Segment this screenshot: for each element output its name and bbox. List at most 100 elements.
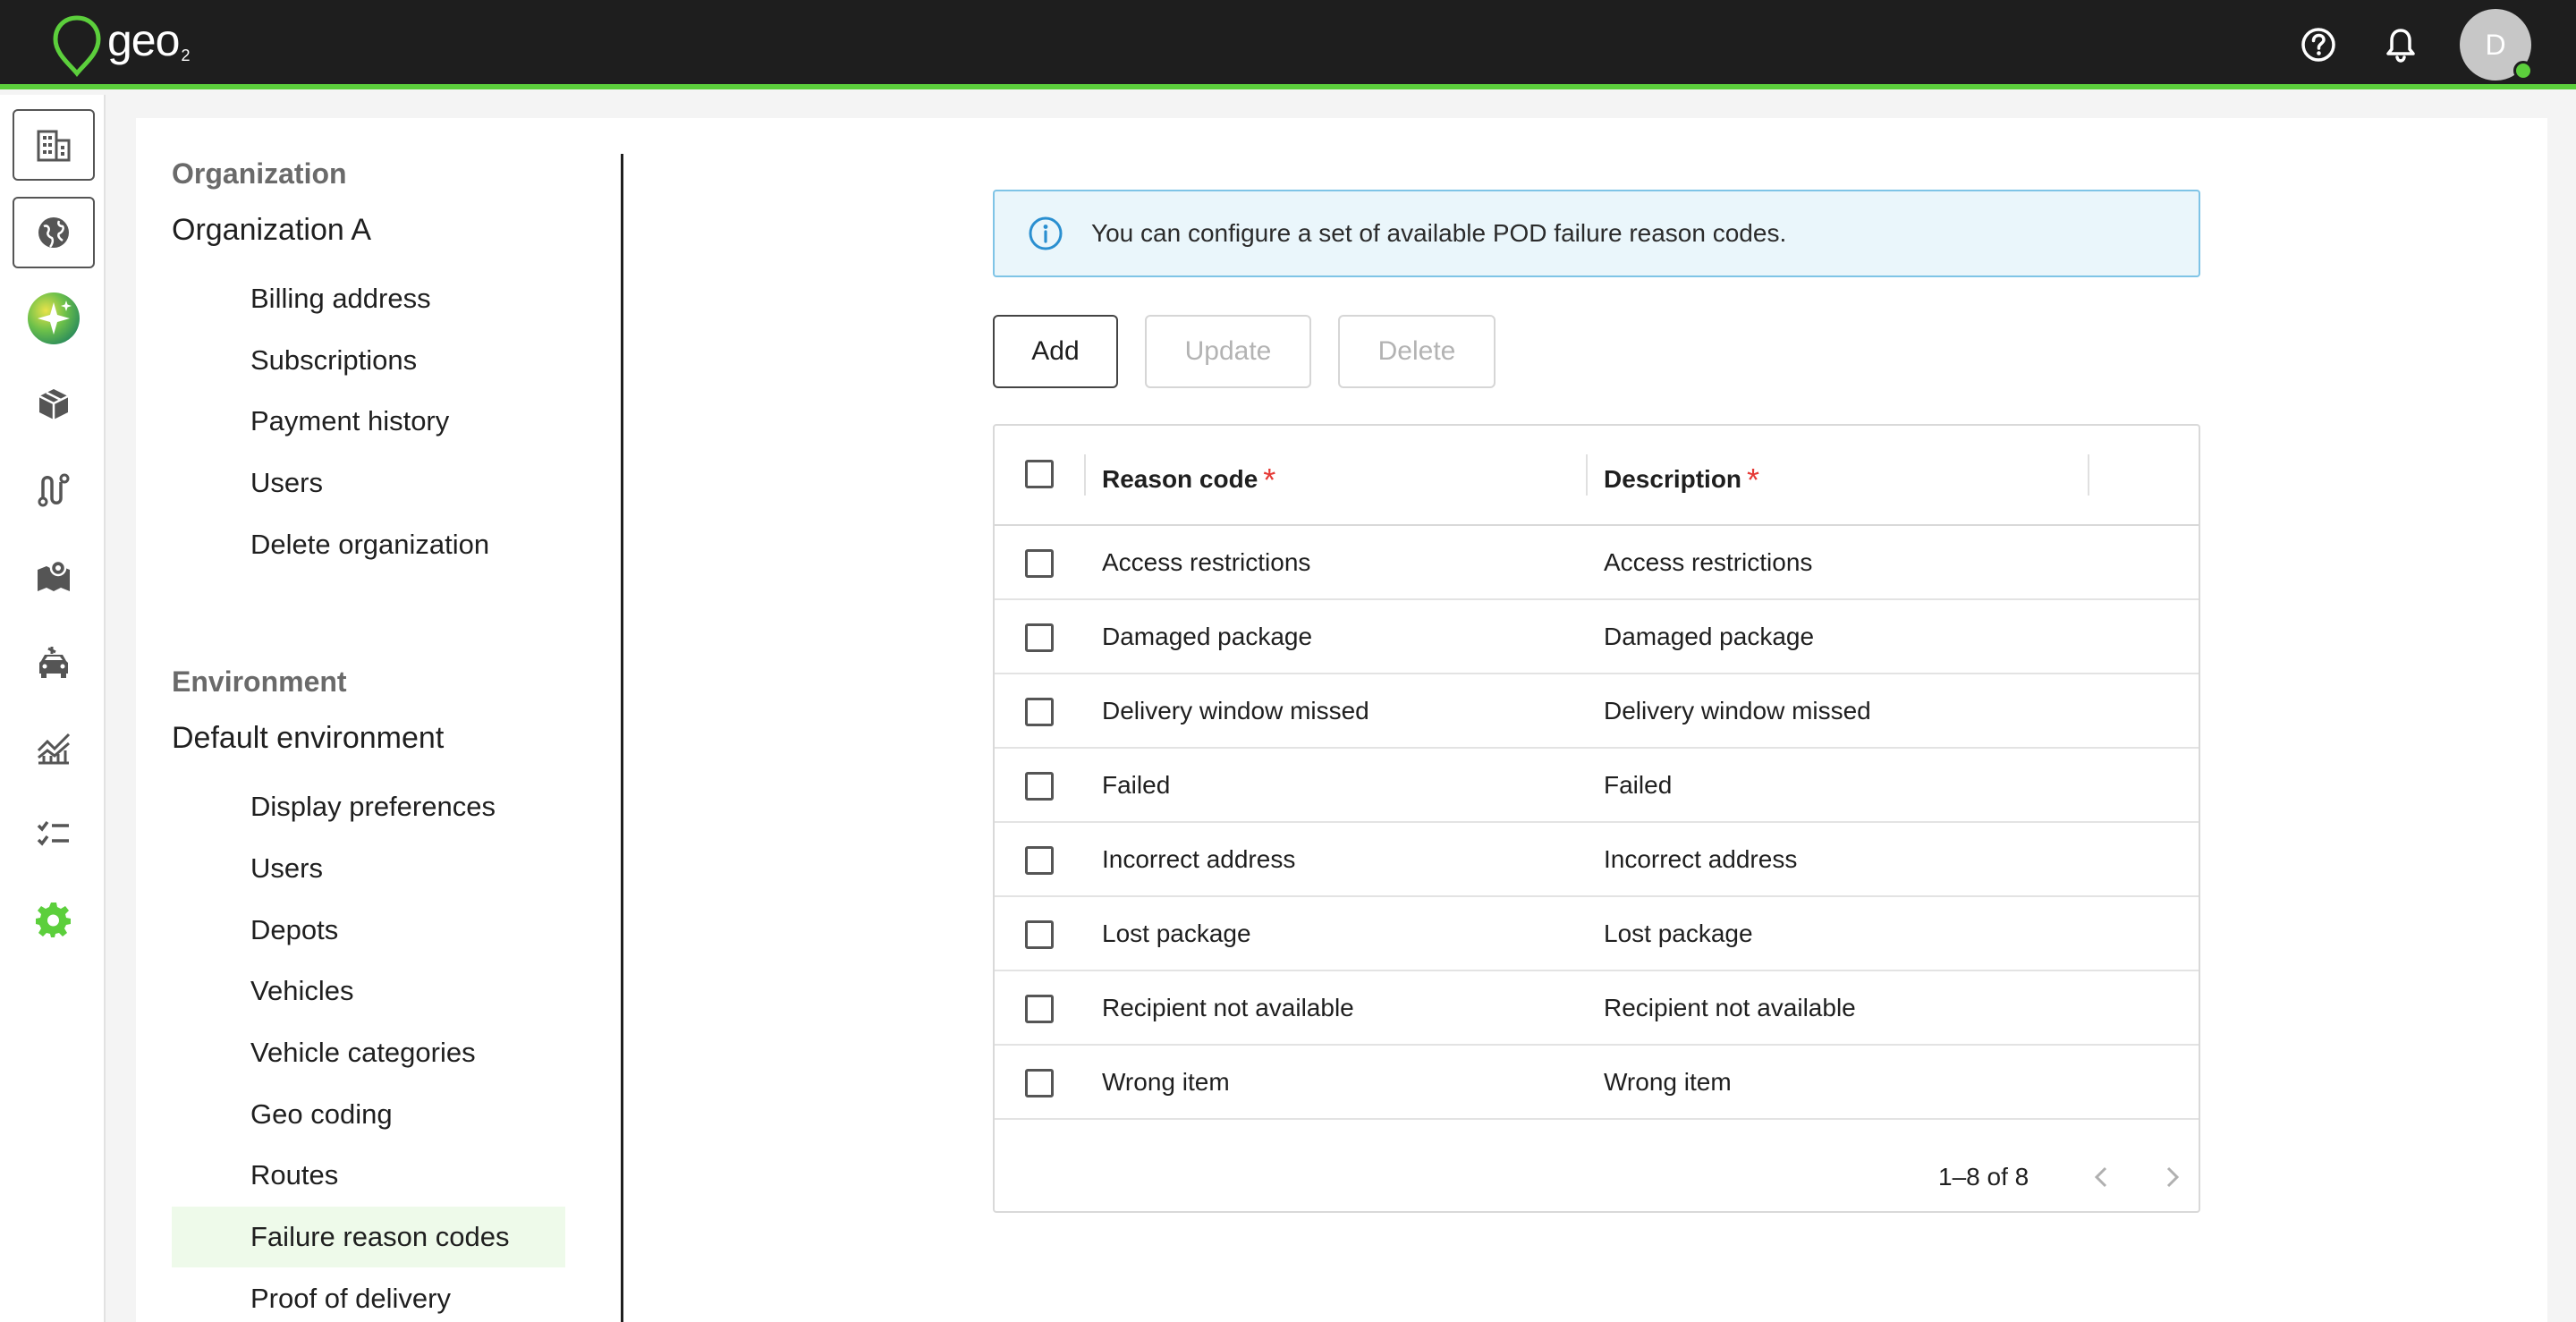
top-bar: geo 2 D xyxy=(0,0,2576,89)
column-header-label: Description xyxy=(1604,465,1742,493)
organization-name: Organization A xyxy=(172,213,372,247)
reason-code-cell: Incorrect address xyxy=(1102,845,1296,873)
analytics-icon xyxy=(37,733,71,765)
table-row[interactable]: Wrong item Wrong item xyxy=(995,1046,2199,1120)
rail-settings-button[interactable] xyxy=(13,884,95,955)
row-checkbox[interactable] xyxy=(1025,920,1054,949)
checklist-icon xyxy=(37,820,69,846)
online-status-dot xyxy=(2513,61,2533,81)
delete-button[interactable]: Delete xyxy=(1338,315,1496,388)
vehicle-icon xyxy=(39,647,68,678)
description-cell: Incorrect address xyxy=(1604,845,1798,873)
description-cell: Access restrictions xyxy=(1604,548,1813,576)
column-header-description[interactable]: Description * xyxy=(1604,462,1759,499)
table-row[interactable]: Failed Failed xyxy=(995,749,2199,823)
rail-map-button[interactable] xyxy=(13,540,95,612)
description-cell: Delivery window missed xyxy=(1604,697,1871,725)
description-cell: Lost package xyxy=(1604,919,1753,947)
nav-item-payment-history[interactable]: Payment history xyxy=(172,391,565,452)
reason-code-cell: Failed xyxy=(1102,771,1171,799)
nav-item-geo-coding[interactable]: Geo coding xyxy=(172,1084,565,1145)
building-icon xyxy=(37,130,71,162)
geo-logo[interactable]: geo 2 xyxy=(52,14,190,77)
pagination-label: 1–8 of 8 xyxy=(1938,1163,2029,1191)
nav-item-vehicles[interactable]: Vehicles xyxy=(172,961,565,1021)
chevron-left-icon[interactable] xyxy=(2084,1159,2120,1195)
update-button[interactable]: Update xyxy=(1145,315,1311,388)
nav-divider xyxy=(621,154,623,1322)
rail-vehicles-button[interactable] xyxy=(13,626,95,698)
rail-routes-button[interactable] xyxy=(13,454,95,526)
nav-item-proof-of-delivery[interactable]: Proof of delivery xyxy=(172,1268,565,1322)
alert-text: You can configure a set of available POD… xyxy=(1091,219,1787,247)
row-checkbox[interactable] xyxy=(1025,549,1054,578)
avatar-initial: D xyxy=(2485,28,2506,61)
info-alert: You can configure a set of available POD… xyxy=(993,190,2200,277)
route-icon xyxy=(38,473,70,507)
chevron-right-icon[interactable] xyxy=(2154,1159,2190,1195)
rail-environment-button[interactable] xyxy=(13,197,95,268)
table-row[interactable]: Access restrictions Access restrictions xyxy=(995,526,2199,600)
description-cell: Failed xyxy=(1604,771,1673,799)
required-mark: * xyxy=(1263,462,1276,498)
globe-icon xyxy=(38,217,69,248)
reason-code-cell: Recipient not available xyxy=(1102,994,1354,1021)
package-icon xyxy=(38,389,69,419)
column-header-reason-code[interactable]: Reason code * xyxy=(1102,462,1275,499)
table-row[interactable]: Lost package Lost package xyxy=(995,897,2199,971)
add-button[interactable]: Add xyxy=(993,315,1118,388)
nav-item-vehicle-categories[interactable]: Vehicle categories xyxy=(172,1022,565,1083)
row-checkbox[interactable] xyxy=(1025,623,1054,652)
required-mark: * xyxy=(1747,462,1760,498)
row-checkbox[interactable] xyxy=(1025,772,1054,801)
description-cell: Wrong item xyxy=(1604,1068,1732,1096)
map-icon xyxy=(38,559,70,591)
nav-item-billing-address[interactable]: Billing address xyxy=(172,268,565,329)
rail-ai-assistant-button[interactable] xyxy=(13,283,95,354)
column-separator[interactable] xyxy=(2088,454,2089,496)
column-separator[interactable] xyxy=(1586,454,1588,496)
environment-name: Default environment xyxy=(172,721,445,755)
icon-rail xyxy=(0,95,106,1322)
rail-organization-button[interactable] xyxy=(13,109,95,181)
settings-icon xyxy=(36,903,71,937)
rail-tasks-button[interactable] xyxy=(13,798,95,869)
reason-code-cell: Lost package xyxy=(1102,919,1251,947)
description-cell: Recipient not available xyxy=(1604,994,1856,1021)
bell-icon[interactable] xyxy=(2381,25,2420,64)
description-cell: Damaged package xyxy=(1604,623,1815,650)
nav-item-routes[interactable]: Routes xyxy=(172,1145,565,1206)
logo-subscript: 2 xyxy=(181,47,191,64)
table-row[interactable]: Delivery window missed Delivery window m… xyxy=(995,674,2199,749)
table-row[interactable]: Incorrect address Incorrect address xyxy=(995,823,2199,897)
nav-item-delete-organization[interactable]: Delete organization xyxy=(172,514,565,575)
table-header: Reason code * Description * xyxy=(995,426,2199,526)
rail-orders-button[interactable] xyxy=(13,369,95,440)
help-icon[interactable] xyxy=(2299,25,2338,64)
reason-codes-table: Reason code * Description * Access restric… xyxy=(993,424,2200,1213)
nav-item-org-users[interactable]: Users xyxy=(172,453,565,513)
rail-analytics-button[interactable] xyxy=(13,712,95,784)
table-row[interactable]: Damaged package Damaged package xyxy=(995,600,2199,674)
nav-item-subscriptions[interactable]: Subscriptions xyxy=(172,330,565,391)
ai-assistant-icon xyxy=(28,292,80,344)
logo-text: geo xyxy=(107,15,180,65)
nav-item-failure-reason-codes[interactable]: Failure reason codes xyxy=(172,1207,565,1267)
nav-item-depots[interactable]: Depots xyxy=(172,900,565,961)
reason-code-cell: Access restrictions xyxy=(1102,548,1311,576)
select-all-checkbox[interactable] xyxy=(1025,460,1054,488)
row-checkbox[interactable] xyxy=(1025,1069,1054,1097)
nav-item-display-preferences[interactable]: Display preferences xyxy=(172,776,565,837)
nav-item-env-users[interactable]: Users xyxy=(172,838,565,899)
logo-pin-icon xyxy=(53,15,101,77)
reason-code-cell: Damaged package xyxy=(1102,623,1313,650)
environment-heading: Environment xyxy=(172,665,347,698)
reason-code-cell: Delivery window missed xyxy=(1102,697,1369,725)
info-icon xyxy=(1029,216,1063,250)
organization-heading: Organization xyxy=(172,157,347,190)
table-row[interactable]: Recipient not available Recipient not av… xyxy=(995,971,2199,1046)
column-separator xyxy=(1084,454,1086,496)
row-checkbox[interactable] xyxy=(1025,846,1054,875)
row-checkbox[interactable] xyxy=(1025,698,1054,726)
row-checkbox[interactable] xyxy=(1025,995,1054,1023)
